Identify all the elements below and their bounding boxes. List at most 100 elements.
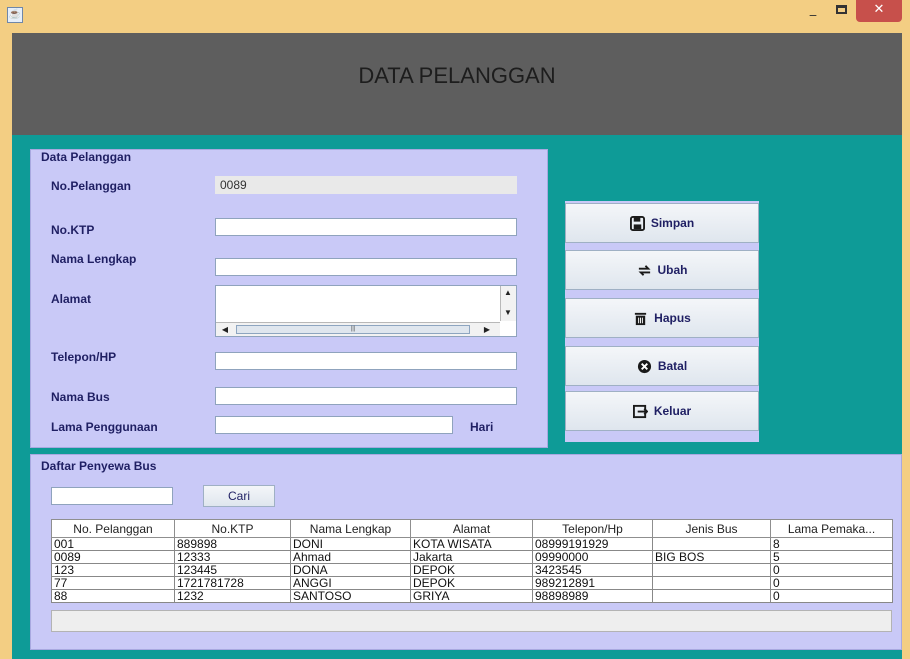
table-row[interactable]: 0089 12333 Ahmad Jakarta 09990000 BIG BO…: [51, 550, 893, 564]
column-header[interactable]: Nama Lengkap: [290, 519, 411, 538]
penyewa-table: No. Pelanggan No.KTP Nama Lengkap Alamat…: [51, 519, 893, 603]
table-cell: 88: [51, 589, 175, 603]
table-cell: 98898989: [532, 589, 653, 603]
nama-lengkap-input[interactable]: [215, 258, 517, 276]
scroll-thumb[interactable]: |||: [236, 325, 470, 334]
table-cell: 989212891: [532, 576, 653, 590]
column-header[interactable]: Telepon/Hp: [532, 519, 653, 538]
minimize-button[interactable]: _: [800, 0, 826, 22]
table-cell: 1232: [174, 589, 291, 603]
batal-label: Batal: [657, 359, 688, 373]
table-cell: 3423545: [532, 563, 653, 577]
hari-label: Hari: [470, 420, 494, 434]
scroll-right-arrow-icon[interactable]: ▶: [480, 325, 494, 334]
scroll-left-arrow-icon[interactable]: ◀: [218, 325, 232, 334]
table-cell: 0: [770, 563, 893, 577]
table-cell: 08999191929: [532, 537, 653, 551]
no-ktp-input[interactable]: [215, 218, 517, 236]
cancel-icon: [637, 359, 651, 373]
nama-lengkap-label: Nama Lengkap: [51, 252, 137, 266]
header-bar: DATA PELANGGAN: [12, 33, 902, 135]
sign-out-icon: [632, 404, 648, 418]
table-cell: [652, 537, 771, 551]
window-content: DATA PELANGGAN Data Pelanggan No.Pelangg…: [0, 33, 910, 659]
panel-title: Data Pelanggan: [41, 150, 132, 164]
scroll-up-arrow-icon[interactable]: ▲: [501, 288, 515, 297]
alamat-textarea[interactable]: ▲ ▼ ◀ ||| ▶: [215, 285, 517, 337]
table-cell: 001: [51, 537, 175, 551]
hapus-label: Hapus: [654, 311, 691, 325]
table-row[interactable]: 001 889898 DONI KOTA WISATA 08999191929 …: [51, 537, 893, 551]
table-row[interactable]: 88 1232 SANTOSO GRIYA 98898989 0: [51, 589, 893, 603]
trash-icon: [635, 312, 647, 325]
daftar-penyewa-panel: Daftar Penyewa Bus Cari No. Pelanggan No…: [30, 454, 902, 650]
maximize-icon: [835, 5, 847, 14]
column-header[interactable]: Alamat: [410, 519, 533, 538]
panel-title: Daftar Penyewa Bus: [41, 459, 157, 473]
table-cell: 09990000: [532, 550, 653, 564]
nama-bus-label: Nama Bus: [51, 390, 110, 404]
table-cell: 0089: [51, 550, 175, 564]
cari-button[interactable]: Cari: [203, 485, 275, 507]
table-cell: SANTOSO: [290, 589, 411, 603]
no-pelanggan-field: 0089: [215, 176, 517, 194]
table-cell: DEPOK: [410, 576, 533, 590]
table-cell: [652, 563, 771, 577]
table-cell: [652, 576, 771, 590]
simpan-button[interactable]: Simpan: [565, 203, 759, 243]
alamat-horizontal-scrollbar[interactable]: ◀ ||| ▶: [216, 322, 500, 336]
table-cell: BIG BOS: [652, 550, 771, 564]
column-header[interactable]: Lama Pemaka...: [770, 519, 893, 538]
table-cell: 123: [51, 563, 175, 577]
search-input[interactable]: [51, 487, 173, 505]
keluar-button[interactable]: Keluar: [565, 391, 759, 431]
window-border-left: [0, 33, 12, 659]
table-cell: 8: [770, 537, 893, 551]
lama-penggunaan-label: Lama Penggunaan: [51, 420, 158, 434]
table-cell: Ahmad: [290, 550, 411, 564]
batal-button[interactable]: Batal: [565, 346, 759, 386]
scroll-down-arrow-icon[interactable]: ▼: [501, 308, 515, 317]
telepon-label: Telepon/HP: [51, 350, 117, 364]
data-pelanggan-panel: Data Pelanggan No.Pelanggan 0089 No.KTP …: [30, 149, 548, 448]
alamat-vertical-scrollbar[interactable]: ▲ ▼: [500, 286, 516, 321]
window-titlebar: ☕ _ ✕: [0, 0, 910, 33]
ubah-label: Ubah: [657, 263, 688, 277]
table-cell: ANGGI: [290, 576, 411, 590]
close-button[interactable]: ✕: [856, 0, 902, 22]
simpan-label: Simpan: [650, 216, 695, 230]
maximize-button[interactable]: [828, 0, 854, 22]
table-cell: 0: [770, 576, 893, 590]
table-row[interactable]: 77 1721781728 ANGGI DEPOK 989212891 0: [51, 576, 893, 590]
table-cell: DONI: [290, 537, 411, 551]
table-cell: GRIYA: [410, 589, 533, 603]
table-header-row: No. Pelanggan No.KTP Nama Lengkap Alamat…: [51, 519, 893, 538]
exchange-icon: [637, 264, 651, 276]
table-cell: 889898: [174, 537, 291, 551]
column-header[interactable]: No. Pelanggan: [51, 519, 175, 538]
lama-penggunaan-input[interactable]: [215, 416, 453, 434]
table-cell: 0: [770, 589, 893, 603]
ubah-button[interactable]: Ubah: [565, 250, 759, 290]
table-cell: 123445: [174, 563, 291, 577]
table-cell: 77: [51, 576, 175, 590]
column-header[interactable]: Jenis Bus: [652, 519, 771, 538]
hapus-button[interactable]: Hapus: [565, 298, 759, 338]
no-ktp-label: No.KTP: [51, 223, 95, 237]
alamat-label: Alamat: [51, 292, 92, 306]
telepon-input[interactable]: [215, 352, 517, 370]
save-icon: [629, 215, 645, 231]
keluar-label: Keluar: [653, 404, 692, 418]
java-app-icon: ☕: [7, 7, 23, 23]
column-header[interactable]: No.KTP: [174, 519, 291, 538]
table-cell: [652, 589, 771, 603]
table-cell: Jakarta: [410, 550, 533, 564]
table-empty-area: [51, 610, 892, 632]
table-cell: KOTA WISATA: [410, 537, 533, 551]
table-cell: 12333: [174, 550, 291, 564]
table-row[interactable]: 123 123445 DONA DEPOK 3423545 0: [51, 563, 893, 577]
page-title: DATA PELANGGAN: [358, 63, 556, 88]
nama-bus-input[interactable]: [215, 387, 517, 405]
table-cell: 1721781728: [174, 576, 291, 590]
table-cell: 5: [770, 550, 893, 564]
